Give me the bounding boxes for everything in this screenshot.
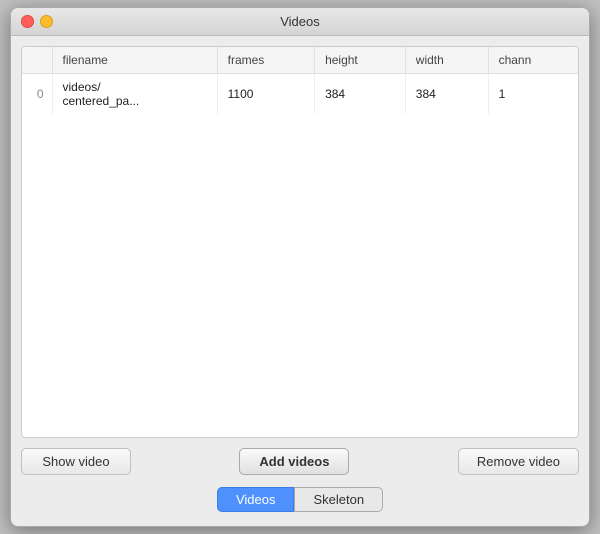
cell-frames: 1100 (217, 74, 314, 115)
minimize-button[interactable]: − (40, 15, 53, 28)
title-bar: ✕ − Videos (11, 8, 589, 36)
main-window: ✕ − Videos filename frames height width … (10, 7, 590, 527)
cell-width: 384 (405, 74, 488, 115)
data-table-container: filename frames height width chann 0 vid… (21, 46, 579, 438)
window-controls: ✕ − (21, 15, 53, 28)
tab-videos[interactable]: Videos (217, 487, 295, 512)
row-index: 0 (22, 74, 52, 115)
window-content: filename frames height width chann 0 vid… (11, 36, 589, 526)
col-width: width (405, 47, 488, 74)
action-buttons: Show video Add videos Remove video (21, 448, 579, 477)
cell-channels: 1 (488, 74, 578, 115)
videos-table: filename frames height width chann 0 vid… (22, 47, 578, 114)
remove-video-button[interactable]: Remove video (458, 448, 579, 475)
cell-filename: videos/ centered_pa... (52, 74, 217, 115)
col-height: height (315, 47, 406, 74)
window-title: Videos (280, 14, 320, 29)
tab-bar: Videos Skeleton (21, 487, 579, 516)
table-header-row: filename frames height width chann (22, 47, 578, 74)
show-video-button[interactable]: Show video (21, 448, 131, 475)
add-videos-button[interactable]: Add videos (239, 448, 349, 475)
col-index (22, 47, 52, 74)
col-channels: chann (488, 47, 578, 74)
close-button[interactable]: ✕ (21, 15, 34, 28)
table-row[interactable]: 0 videos/ centered_pa... 1100 384 384 1 (22, 74, 578, 115)
col-filename: filename (52, 47, 217, 74)
cell-height: 384 (315, 74, 406, 115)
tab-skeleton[interactable]: Skeleton (294, 487, 383, 512)
col-frames: frames (217, 47, 314, 74)
